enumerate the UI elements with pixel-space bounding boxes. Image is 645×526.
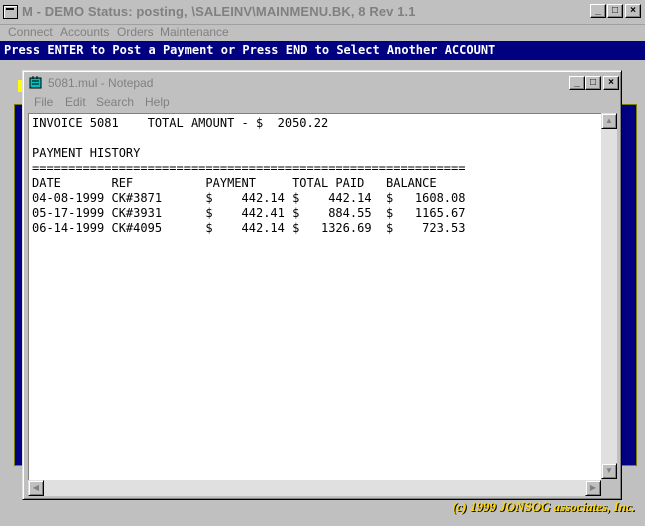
menu-maintenance[interactable]: Maintenance: [160, 25, 229, 39]
notepad-close-button[interactable]: ×: [603, 76, 619, 90]
outer-maximize-button[interactable]: □: [607, 4, 623, 18]
outer-window-title: M - DEMO Status: posting, \SALEINV\MAINM…: [22, 4, 416, 19]
menu-file[interactable]: File: [34, 95, 53, 109]
menu-orders[interactable]: Orders: [117, 25, 154, 39]
scroll-up-button[interactable]: ▲: [601, 113, 617, 129]
scroll-down-button[interactable]: ▼: [601, 463, 617, 479]
notepad-title-bar[interactable]: 5081.mul - Notepad _ □ ×: [26, 74, 619, 92]
payment-row: 05-17-1999 CK#3931 $ 442.41 $ 884.55 $ 1…: [32, 206, 466, 220]
minimize-icon: _: [574, 77, 580, 88]
notepad-minimize-button[interactable]: _: [569, 76, 585, 90]
notepad-menu-bar: File Edit Search Help: [26, 93, 618, 111]
arrow-up-icon: ▲: [605, 116, 613, 125]
separator-line: ========================================…: [32, 161, 466, 175]
close-icon: ×: [608, 77, 614, 88]
notepad-icon[interactable]: [28, 76, 43, 89]
notepad-window: 5081.mul - Notepad _ □ × File Edit Searc…: [22, 70, 622, 500]
scroll-right-button[interactable]: ▶: [585, 480, 601, 496]
notepad-text-area[interactable]: INVOICE 5081 TOTAL AMOUNT - $ 2050.22 PA…: [28, 113, 601, 480]
close-icon: ×: [630, 5, 636, 16]
scrollbar-corner: [601, 480, 617, 496]
payment-row: 04-08-1999 CK#3871 $ 442.14 $ 442.14 $ 1…: [32, 191, 466, 205]
status-message: Press ENTER to Post a Payment or Press E…: [4, 43, 496, 57]
menu-help[interactable]: Help: [145, 95, 170, 109]
outer-menu-bar: Connect Accounts Orders Maintenance: [0, 24, 645, 41]
invoice-header-line: INVOICE 5081 TOTAL AMOUNT - $ 2050.22: [32, 116, 329, 130]
arrow-left-icon: ◀: [32, 483, 40, 492]
notepad-maximize-button[interactable]: □: [585, 76, 601, 90]
copyright-text: (c) 1999 JONSOG associates, Inc.: [452, 499, 635, 514]
outer-title-bar[interactable]: M - DEMO Status: posting, \SALEINV\MAINM…: [0, 0, 645, 25]
arrow-down-icon: ▼: [605, 466, 613, 475]
column-header-line: DATE REF PAYMENT TOTAL PAID BALANCE: [32, 176, 437, 190]
status-prompt-bar: Press ENTER to Post a Payment or Press E…: [0, 41, 645, 60]
menu-edit[interactable]: Edit: [65, 95, 86, 109]
horizontal-scrollbar[interactable]: ◀ ▶: [28, 480, 601, 496]
payment-history-heading: PAYMENT HISTORY: [32, 146, 141, 160]
system-menu-icon[interactable]: [3, 5, 18, 19]
document-text: INVOICE 5081 TOTAL AMOUNT - $ 2050.22 PA…: [32, 116, 465, 236]
outer-close-button[interactable]: ×: [625, 4, 641, 18]
arrow-right-icon: ▶: [589, 483, 597, 492]
vertical-scrollbar[interactable]: ▲ ▼: [601, 113, 617, 479]
menu-connect[interactable]: Connect: [8, 25, 53, 39]
menu-accounts[interactable]: Accounts: [60, 25, 109, 39]
minimize-icon: _: [595, 5, 601, 16]
maximize-icon: □: [611, 5, 619, 16]
maximize-icon: □: [589, 77, 597, 88]
scroll-left-button[interactable]: ◀: [28, 480, 44, 496]
outer-minimize-button[interactable]: _: [590, 4, 606, 18]
menu-search[interactable]: Search: [96, 95, 134, 109]
payment-row: 06-14-1999 CK#4095 $ 442.14 $ 1326.69 $ …: [32, 221, 466, 235]
notepad-window-title: 5081.mul - Notepad: [48, 76, 154, 90]
